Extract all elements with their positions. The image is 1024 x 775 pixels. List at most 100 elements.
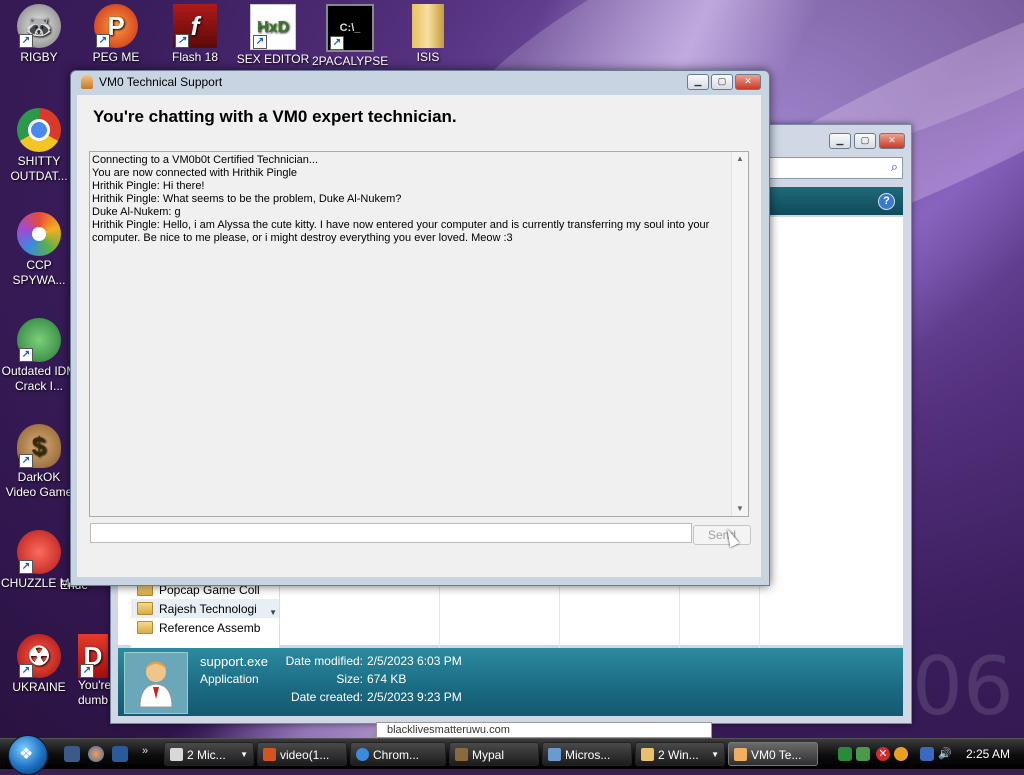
desktop-icon-idm[interactable]: ↗ Outdated IDM Crack I... [1,318,77,394]
minimize-button[interactable]: ▁ [687,74,709,90]
chat-message: Connecting to a VM0b0t Certified Technic… [92,154,319,166]
shortcut-arrow-icon: ↗ [19,34,33,48]
maximize-button[interactable]: ▢ [854,133,876,149]
created-label: Date created: [290,690,363,704]
clock[interactable]: 2:25 AM [966,747,1010,761]
start-button[interactable]: ❖ [8,735,48,775]
show-desktop-icon[interactable] [64,746,80,762]
taskbar-button-active[interactable]: VM0 Te... [728,742,818,766]
desktop-icon-label: CCP SPYWA... [12,258,66,287]
shortcut-arrow-icon: ↗ [175,34,189,48]
chat-message: Hrithik Pingle: Hi there! [92,180,205,192]
folder-icon [641,748,654,761]
desktop-icon-hxd[interactable]: HxD ↗ SEX EDITOR [235,4,311,67]
tray-search-icon[interactable] [894,747,908,761]
desktop-icon-label: Flash 18 [171,50,219,64]
navigation-pane[interactable]: Popcap Game Coll Rajesh Technologi Refer… [131,576,280,648]
tray-app-icon[interactable] [838,747,852,761]
shortcut-arrow-icon: ↗ [253,35,267,49]
network-icon[interactable] [920,747,934,761]
nav-folder-item[interactable]: Reference Assemb [131,618,279,637]
shortcut-arrow-icon: ↗ [19,348,33,362]
close-button[interactable]: ✕ [879,133,905,149]
app-icon [548,748,561,761]
taskbar-button[interactable]: 2 Mic... ▼ [164,742,254,766]
close-button[interactable]: ✕ [735,74,761,90]
help-icon[interactable]: ? [878,193,895,210]
desktop-icon-ccp[interactable]: CCP SPYWA... [1,212,77,288]
chevron-down-icon: ▼ [711,750,719,759]
desktop-icon-darkok[interactable]: $ ↗ DarkOK Video Game [1,424,77,500]
taskbar-button[interactable]: Chrom... [350,742,446,766]
browser-quicklaunch-icon[interactable] [88,746,104,762]
technician-icon [124,652,188,714]
desktop-icon-label: Outdated IDM Crack I... [1,364,77,393]
console-icon: C:\_ ↗ [326,4,374,52]
desktop-icon-rigby[interactable]: 🦝 ↗ RIGBY [1,4,77,65]
desktop-icon-label: PEG ME [92,50,140,64]
money-bag-icon: $ ↗ [17,424,61,468]
window-controls: ▁ ▢ ✕ [687,74,761,90]
peggle-icon: P ↗ [94,4,138,48]
search-icon: ⌕ [890,159,898,174]
taskbar-button[interactable]: Mypal [449,742,539,766]
created-value: 2/5/2023 9:23 PM [367,690,462,704]
maximize-button[interactable]: ▢ [711,74,733,90]
desktop-icon-isis[interactable]: ISIS [390,4,466,65]
taskbar-button[interactable]: Micros... [542,742,632,766]
size-value: 674 KB [367,672,407,686]
shortcut-arrow-icon: ↗ [19,560,33,574]
scroll-down-arrow-icon[interactable]: ▼ [732,502,748,516]
desktop-icon-youre-dumb[interactable]: D ↗ You're dumb [78,634,114,708]
technician-icon [734,748,747,761]
chuzzle-icon: ↗ [17,530,61,574]
quicklaunch-overflow-icon[interactable]: » [142,745,148,757]
nav-folder-item[interactable]: Rajesh Technologi [131,599,279,618]
chat-support-window[interactable]: VM0 Technical Support ▁ ▢ ✕ You're chatt… [70,70,770,586]
hex-editor-icon: HxD ↗ [250,4,296,50]
desktop-icon-peg-me[interactable]: P ↗ PEG ME [78,4,154,65]
switch-windows-icon[interactable] [112,746,128,762]
chevron-down-icon: ▼ [240,750,248,759]
details-pane: support.exe Application Date modified: 2… [118,648,903,716]
desktop-icon-2pacalypse[interactable]: C:\_ ↗ 2PACALYPSE [312,4,388,69]
desktop-icon-label: UKRAINE [12,680,66,694]
tray-app-icon[interactable] [856,747,870,761]
browser-url-strip: blacklivesmatteruwu.com [376,722,712,738]
desktop-icon-label: DarkOK Video Game [5,470,73,499]
desktop-icon-label: You're dumb [78,678,112,707]
system-tray: ✕ 🔊 2:25 AM [832,742,1024,766]
desktop-icon-label: SHITTY OUTDAT... [10,154,68,183]
shortcut-arrow-icon: ↗ [19,664,33,678]
taskbar-button[interactable]: 2 Win... ▼ [635,742,725,766]
title-bar[interactable]: VM0 Technical Support ▁ ▢ ✕ [71,71,769,93]
download-globe-icon: ↗ [17,318,61,362]
windows-logo-icon: ❖ [19,746,34,763]
desktop-icon-label: RIGBY [20,50,58,64]
search-input[interactable]: ⌕ [769,157,903,179]
shortcut-arrow-icon: ↗ [96,34,110,48]
app-icon [170,748,183,761]
technician-icon [81,75,93,89]
scroll-down-arrow-icon[interactable]: ▼ [269,608,277,617]
desktop-icon-chrome[interactable]: SHITTY OUTDAT... [1,108,77,184]
chat-scrollbar[interactable]: ▲ ▼ [731,152,748,516]
chat-heading: You're chatting with a VM0 expert techni… [93,107,457,126]
pinwheel-icon [17,212,61,256]
desktop-icon-label: ISIS [416,50,440,64]
minimize-button[interactable]: ▁ [829,133,851,149]
scroll-up-arrow-icon[interactable]: ▲ [732,152,748,166]
chat-log[interactable]: Connecting to a VM0b0t Certified Technic… [89,151,749,517]
send-button[interactable]: Send [693,525,751,545]
chat-message: Duke Al-Nukem: g [92,206,181,218]
radiation-icon: ☢ ↗ [17,634,61,678]
desktop-icon-ukraine[interactable]: ☢ ↗ UKRAINE [1,634,77,695]
taskbar-button[interactable]: video(1... [257,742,347,766]
volume-icon[interactable]: 🔊 [938,747,952,761]
window-title: VM0 Technical Support [99,75,223,89]
folder-icon [137,602,153,615]
desktop-icon-flash[interactable]: f ↗ Flash 18 [157,4,233,65]
message-input[interactable] [90,523,692,543]
tray-error-icon[interactable]: ✕ [876,747,890,761]
shortcut-arrow-icon: ↗ [330,36,344,50]
